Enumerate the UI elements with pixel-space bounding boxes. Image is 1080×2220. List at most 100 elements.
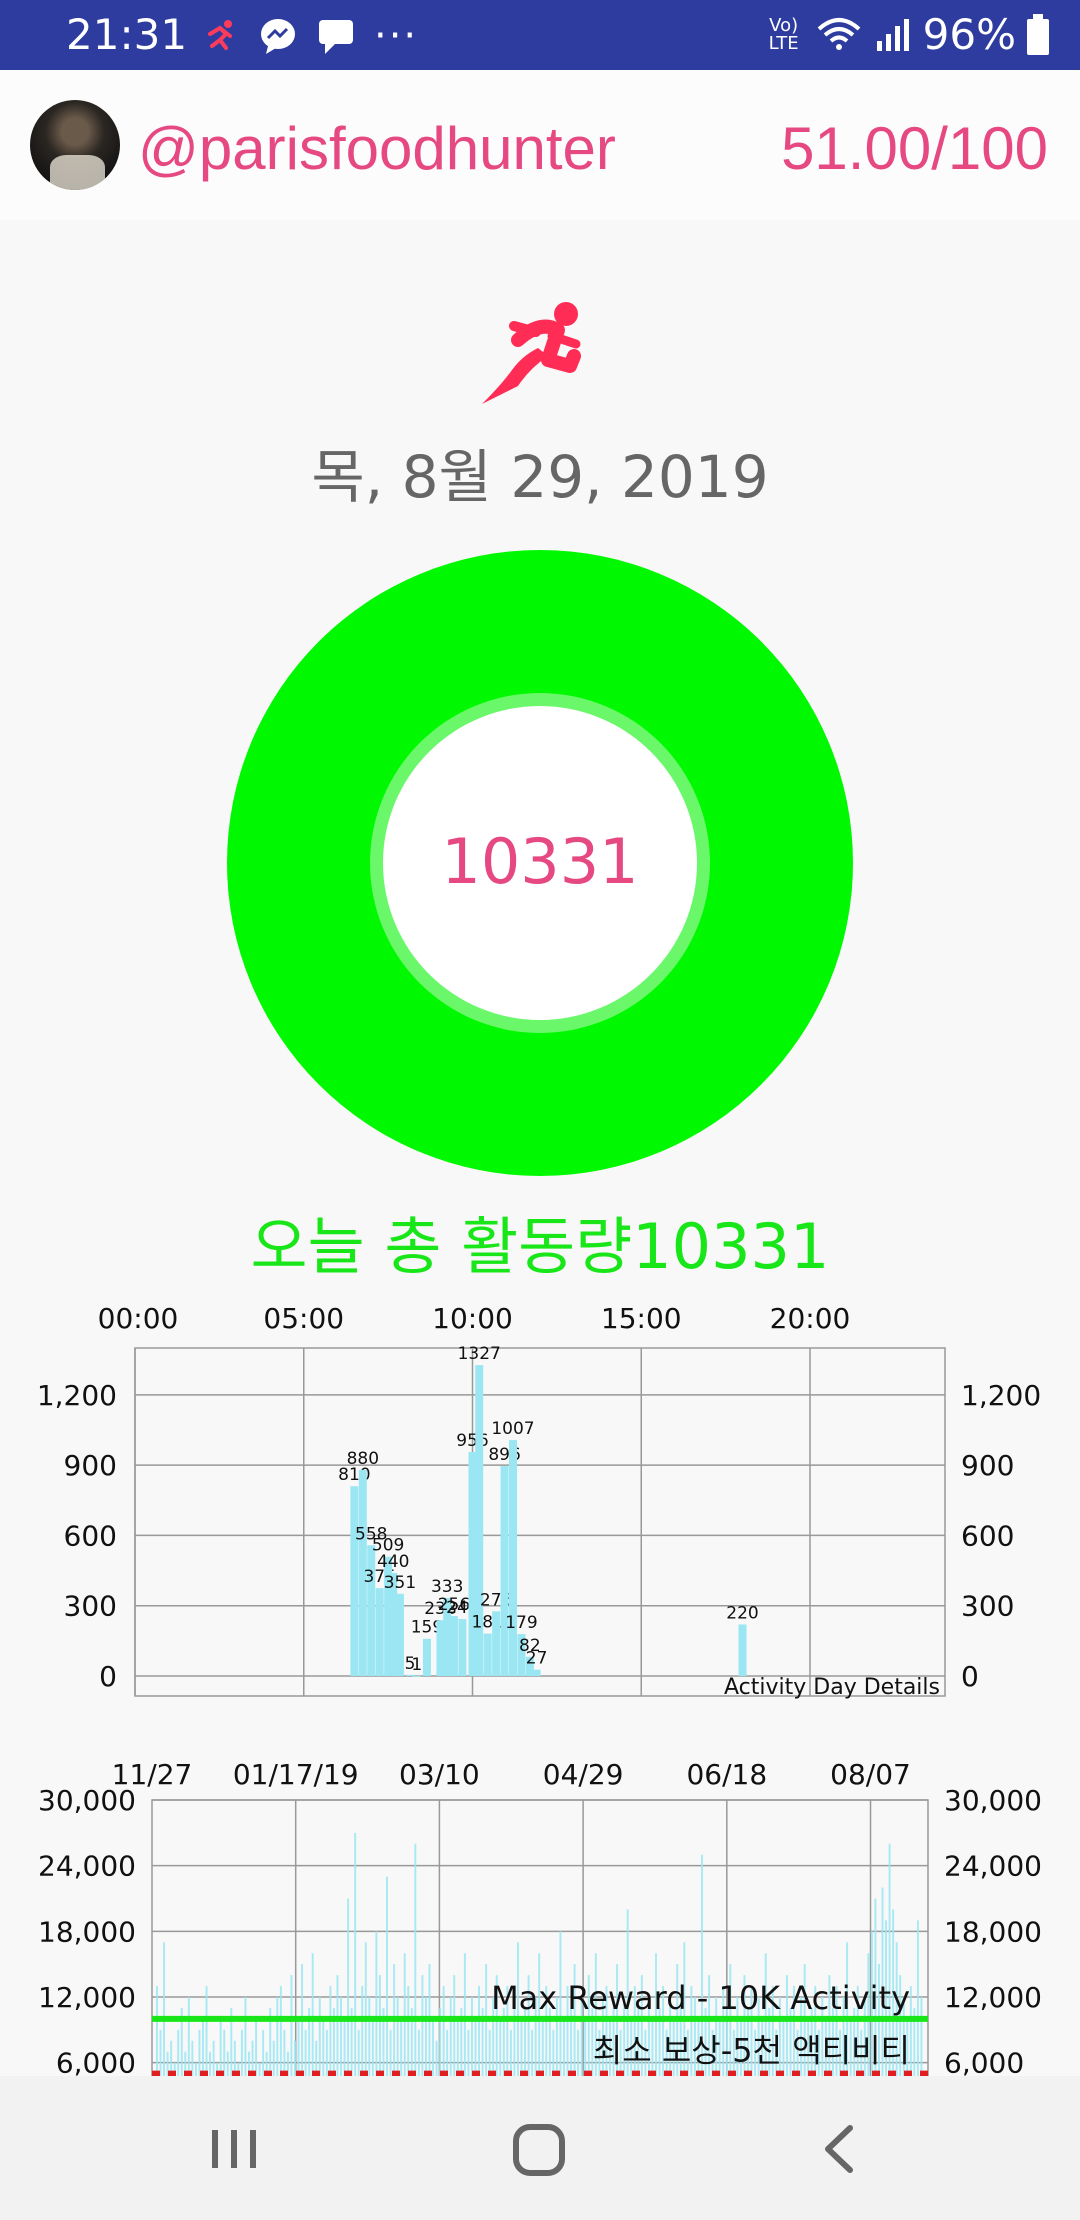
network-indicator: Vo) LTE xyxy=(768,14,799,54)
activity-bar xyxy=(458,1619,467,1676)
y-tick-label-right: 6,000 xyxy=(944,2047,1024,2078)
y-tick-label-right: 1,200 xyxy=(961,1379,1041,1412)
notification-icons: ··· xyxy=(200,13,419,59)
messenger-icon xyxy=(261,19,295,54)
history-bar xyxy=(389,2029,392,2078)
history-bar xyxy=(442,1986,445,2078)
history-bar xyxy=(463,1953,466,2078)
day-activity-chart: 00:00 05:00 10:00 15:00 20:00 0 0 300 300 600 600 9… xyxy=(37,1302,1041,1700)
history-bar xyxy=(347,1898,350,2078)
history-bar xyxy=(417,2029,420,2078)
history-bar xyxy=(435,2040,438,2078)
history-bar xyxy=(421,1975,424,2078)
max-reward-label: Max Reward - 10K Activity xyxy=(491,1979,910,2017)
activity-bar xyxy=(532,1669,541,1676)
recents-button[interactable] xyxy=(194,2116,274,2182)
more-notifications-icon: ··· xyxy=(374,13,419,59)
history-bar xyxy=(432,2018,435,2078)
battery-percent: 96% xyxy=(922,10,1016,59)
history-bar xyxy=(325,2029,328,2078)
navigation-bar xyxy=(0,2076,1080,2220)
history-bar xyxy=(909,1986,912,2078)
history-bar xyxy=(343,2018,346,2078)
activity-bar xyxy=(509,1440,517,1676)
history-bar xyxy=(474,2018,477,2078)
y-tick-label-left: 600 xyxy=(64,1519,117,1552)
history-bar xyxy=(240,2029,243,2078)
activity-bar xyxy=(500,1466,509,1676)
avatar[interactable] xyxy=(30,100,120,190)
history-activity-chart: 11/27 01/17/19 03/10 04/29 06/18 08/076,000 6,… xyxy=(38,1758,1042,2078)
activity-bar xyxy=(395,1593,404,1676)
y-tick-label-right: 900 xyxy=(961,1449,1014,1482)
username[interactable]: @parisfoodhunter xyxy=(138,114,616,183)
bar-value-label: 179 xyxy=(505,1613,537,1633)
activity-bar xyxy=(483,1633,492,1676)
message-icon xyxy=(319,20,353,54)
history-bar xyxy=(403,1953,406,2078)
history-bar xyxy=(244,1997,247,2078)
history-bar xyxy=(205,1986,208,2078)
history-bar xyxy=(262,2029,265,2078)
history-bar xyxy=(364,1942,367,2078)
runner-icon xyxy=(482,302,581,404)
history-bar xyxy=(354,1832,357,2078)
home-button[interactable] xyxy=(500,2116,580,2182)
bar-value-label: 220 xyxy=(726,1603,758,1623)
x-tick-label: 06/18 xyxy=(686,1758,767,1791)
activity-bar xyxy=(449,1616,458,1676)
history-bar xyxy=(467,2029,470,2078)
x-tick-label: 05:00 xyxy=(263,1302,344,1335)
history-bar xyxy=(297,2018,300,2078)
activity-bar xyxy=(412,1675,421,1677)
history-bar xyxy=(541,2018,544,2078)
history-bar xyxy=(478,1986,481,2078)
history-bar xyxy=(336,1975,339,2078)
score-label: 51.00/100 xyxy=(781,115,1048,182)
activity-bar xyxy=(367,1545,376,1676)
history-chart-container: 11/27 01/17/19 03/10 04/29 06/18 08/07 6,000 6,… xyxy=(0,1748,1080,2078)
bar-value-label: 351 xyxy=(384,1573,416,1593)
y-tick-label-left: 12,000 xyxy=(38,1981,136,2014)
history-bar xyxy=(177,2029,180,2078)
y-tick-label-right: 0 xyxy=(961,1660,979,1693)
status-right: Vo) LTE 96% xyxy=(763,10,1050,59)
history-bar xyxy=(219,2018,222,2078)
x-tick-label: 08/07 xyxy=(830,1758,911,1791)
x-tick-label: 03/10 xyxy=(399,1758,480,1791)
history-bar xyxy=(156,1986,158,2078)
signal-icon xyxy=(876,18,909,51)
y-tick-label-left: 24,000 xyxy=(38,1850,136,1883)
history-bar xyxy=(357,2029,360,2078)
bar-value-label: 1327 xyxy=(458,1344,501,1364)
runner-icon xyxy=(208,20,232,50)
history-bar xyxy=(396,1997,399,2078)
history-bar xyxy=(456,2018,459,2078)
history-bar xyxy=(187,1997,190,2078)
bar-value-label: 880 xyxy=(347,1449,379,1469)
y-tick-label-right: 30,000 xyxy=(944,1784,1042,1817)
activity-bar xyxy=(350,1486,359,1676)
history-bar xyxy=(163,1942,166,2078)
history-bar xyxy=(272,2040,275,2078)
y-tick-label-right: 12,000 xyxy=(944,1981,1042,2014)
history-bar xyxy=(920,1997,923,2078)
bar-value-label: 1007 xyxy=(491,1419,534,1439)
history-bar xyxy=(378,1975,381,2078)
history-bar xyxy=(294,2040,296,2078)
x-tick-label: 10:00 xyxy=(432,1302,513,1335)
history-bar xyxy=(322,2018,325,2078)
bar-value-label: 333 xyxy=(431,1577,463,1597)
history-bar xyxy=(563,2018,565,2078)
activity-bar xyxy=(375,1588,384,1676)
history-bar xyxy=(470,1997,473,2078)
back-button[interactable] xyxy=(800,2116,880,2182)
history-bar xyxy=(449,1997,452,2078)
history-bar xyxy=(255,2018,258,2078)
activity-bar xyxy=(738,1624,747,1676)
x-tick-label: 01/17/19 xyxy=(233,1758,359,1791)
history-bar xyxy=(371,2018,374,2078)
history-bar xyxy=(329,1986,332,2078)
y-tick-label-right: 600 xyxy=(961,1519,1014,1552)
today-total-label: 오늘 총 활동량10331 xyxy=(250,1210,830,1283)
